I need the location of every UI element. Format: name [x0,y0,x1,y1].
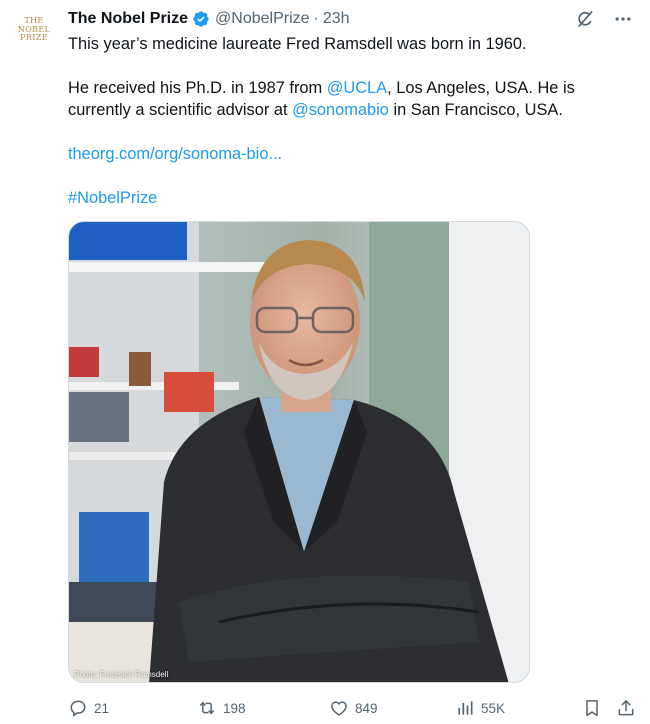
tweet-timestamp[interactable]: 23h [323,10,350,28]
views-count: 55K [481,700,506,716]
header-actions [574,8,634,30]
views-button[interactable]: 55K [455,698,505,718]
grok-icon[interactable] [574,8,596,30]
tweet-photo[interactable]: Photo: Frederick Ramsdell [68,221,530,683]
reply-button[interactable]: 21 [68,698,109,718]
bookmark-icon [582,698,602,718]
hashtag-link[interactable]: #NobelPrize [68,189,157,207]
mention-link[interactable]: @UCLA [327,79,387,97]
text-segment: He received his Ph.D. in 1987 from [68,79,327,97]
like-count: 849 [355,700,378,716]
views-icon [455,698,475,718]
author-handle[interactable]: @NobelPrize [215,10,310,28]
tweet-paragraph: He received his Ph.D. in 1987 from @UCLA… [68,77,628,121]
share-button[interactable] [616,698,636,718]
repost-count: 198 [223,700,246,716]
verified-badge-icon [192,10,210,28]
photo-credit: Photo: Frederick Ramsdell [74,670,169,679]
bookmark-button[interactable] [582,698,602,718]
tweet-header: The Nobel Prize @NobelPrize · 23h [68,8,634,30]
avatar-line: PRIZE [20,33,48,43]
repost-icon [197,698,217,718]
reply-count: 21 [94,700,110,716]
share-icon [616,698,636,718]
action-bar: 21 198 849 55K [68,696,638,720]
tweet-line: This year’s medicine laureate Fred Ramsd… [68,35,527,53]
reply-icon [68,698,88,718]
repost-button[interactable]: 198 [197,698,246,718]
separator-dot: · [313,10,319,27]
like-icon [329,698,349,718]
like-button[interactable]: 849 [329,698,378,718]
mention-link[interactable]: @sonomabio [292,101,389,119]
more-icon[interactable] [612,8,634,30]
text-segment: in San Francisco, USA. [388,101,563,119]
tweet-text: This year’s medicine laureate Fred Ramsd… [68,33,628,209]
portrait-image [69,222,529,682]
author-name[interactable]: The Nobel Prize [68,10,188,28]
url-link[interactable]: theorg.com/org/sonoma-bio... [68,145,282,163]
avatar[interactable]: THE NOBEL PRIZE [14,10,54,50]
